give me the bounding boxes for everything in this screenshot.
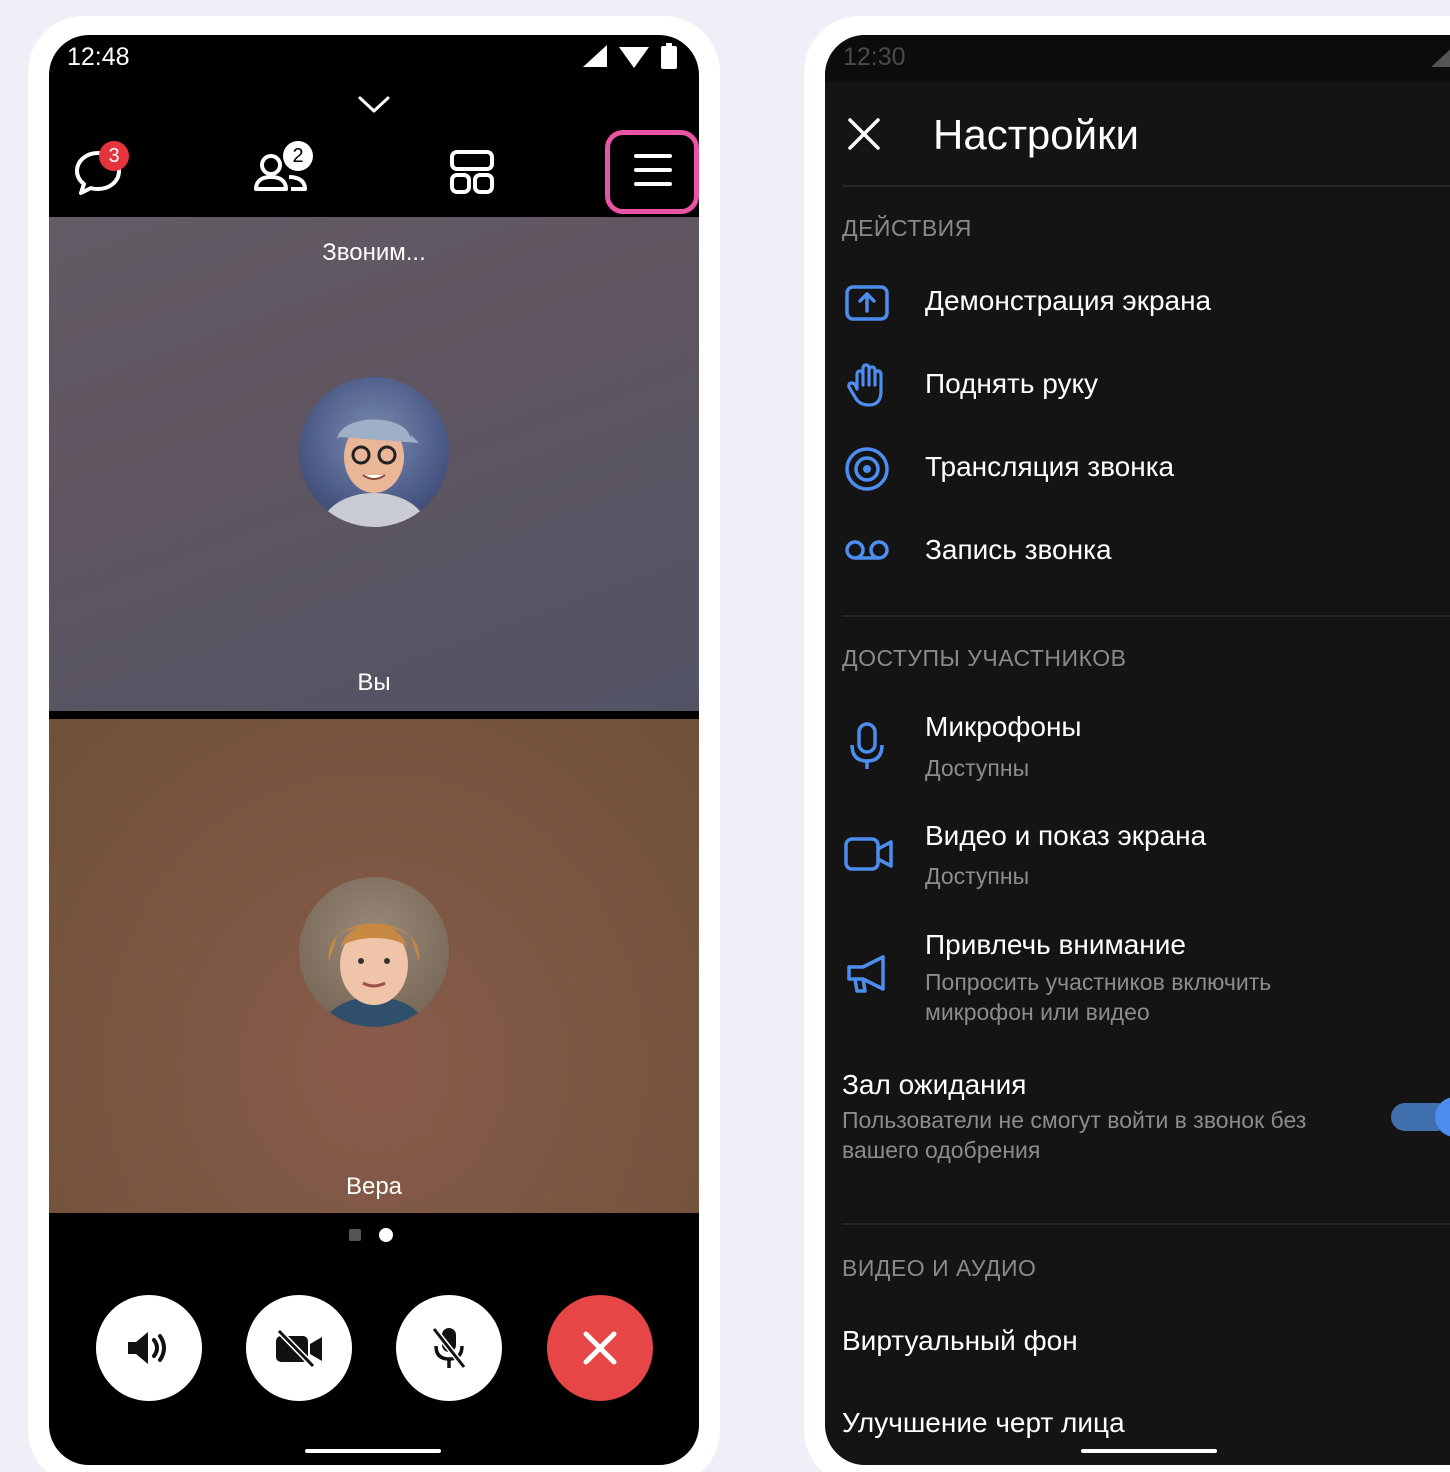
divider <box>842 1223 1450 1225</box>
end-call-icon <box>583 1331 617 1365</box>
call-screen: 12:48 3 2 Звоним... Вы Вера <box>49 35 699 1465</box>
section-header-video-audio: ВИДЕО И АУДИО <box>842 1255 1037 1281</box>
hand-icon <box>847 363 883 407</box>
settings-header: Настройки <box>825 81 1450 187</box>
home-indicator[interactable] <box>305 1449 441 1453</box>
menu-item-label: Трансляция звонка <box>925 451 1175 482</box>
signal-icon <box>1431 49 1450 67</box>
layout-icon <box>450 150 494 194</box>
video-tile-participant[interactable]: Вера <box>49 719 699 1213</box>
menu-item-label: Видео и показ экрана <box>925 820 1207 851</box>
menu-item-label: Зал ожидания <box>842 1069 1027 1100</box>
menu-item-status: Доступны <box>925 863 1030 889</box>
participants-badge: 2 <box>283 141 313 171</box>
layout-button[interactable] <box>447 147 497 202</box>
page-dot[interactable] <box>349 1229 361 1241</box>
calling-status: Звоним... <box>322 239 426 266</box>
settings-screen: 12:30 Настройки ДЕЙСТВИЯ Демонстрация эк… <box>825 35 1450 1465</box>
section-header-participants: ДОСТУПЫ УЧАСТНИКОВ <box>842 645 1127 671</box>
menu-item-label: Виртуальный фон <box>842 1325 1078 1356</box>
menu-item-description: Попросить участников включить микрофон и… <box>925 969 1272 1025</box>
chevron-down-icon[interactable] <box>357 95 391 115</box>
status-icons <box>1431 43 1450 69</box>
screen-share-icon <box>845 285 889 321</box>
status-time: 12:48 <box>67 43 130 71</box>
section-header-actions: ДЕЙСТВИЯ <box>842 215 972 241</box>
tile-name: Вы <box>357 669 391 696</box>
speaker-button[interactable] <box>96 1295 202 1401</box>
call-toolbar: 3 2 <box>49 135 699 215</box>
video-tile-self[interactable]: Звоним... Вы <box>49 217 699 711</box>
menu-item-label: Запись звонка <box>925 534 1112 565</box>
mic-toggle-button[interactable] <box>396 1295 502 1401</box>
menu-item-label: Микрофоны <box>925 711 1082 742</box>
menu-item-label: Улучшение черт лица <box>842 1407 1125 1438</box>
camera-off-icon <box>276 1328 322 1368</box>
avatar <box>299 377 449 527</box>
avatar <box>299 877 449 1027</box>
menu-icon <box>634 154 672 186</box>
home-indicator[interactable] <box>1081 1449 1217 1453</box>
status-icons <box>583 43 677 69</box>
divider <box>842 185 1450 187</box>
status-time: 12:30 <box>843 43 906 71</box>
status-bar: 12:30 <box>825 35 1450 81</box>
megaphone-icon <box>847 955 885 993</box>
page-dot-active[interactable] <box>379 1228 393 1242</box>
record-icon <box>845 540 889 560</box>
end-call-button[interactable] <box>547 1295 653 1401</box>
mic-off-icon <box>431 1327 467 1369</box>
speaker-icon <box>128 1332 166 1364</box>
close-icon[interactable] <box>847 117 881 151</box>
video-camera-icon <box>844 837 893 871</box>
menu-button[interactable] <box>605 130 699 214</box>
menu-item-label: Привлечь внимание <box>925 929 1186 960</box>
page-indicator <box>349 1228 393 1242</box>
menu-item-label: Демонстрация экрана <box>925 285 1212 316</box>
battery-icon <box>661 43 677 69</box>
wifi-icon <box>619 47 649 68</box>
participants-button[interactable]: 2 <box>253 141 313 202</box>
divider <box>842 615 1450 617</box>
menu-item-label: Поднять руку <box>925 368 1099 399</box>
menu-item-status: Доступны <box>925 755 1030 781</box>
microphone-icon <box>850 722 884 769</box>
chat-badge: 3 <box>99 141 129 171</box>
chat-button[interactable]: 3 <box>73 141 129 202</box>
menu-item-description: Пользователи не смогут войти в звонок бе… <box>842 1107 1307 1163</box>
tile-name: Вера <box>345 1173 403 1200</box>
camera-toggle-button[interactable] <box>246 1295 352 1401</box>
page-title: Настройки <box>933 111 1139 158</box>
broadcast-icon <box>845 447 889 491</box>
signal-icon <box>583 45 607 67</box>
